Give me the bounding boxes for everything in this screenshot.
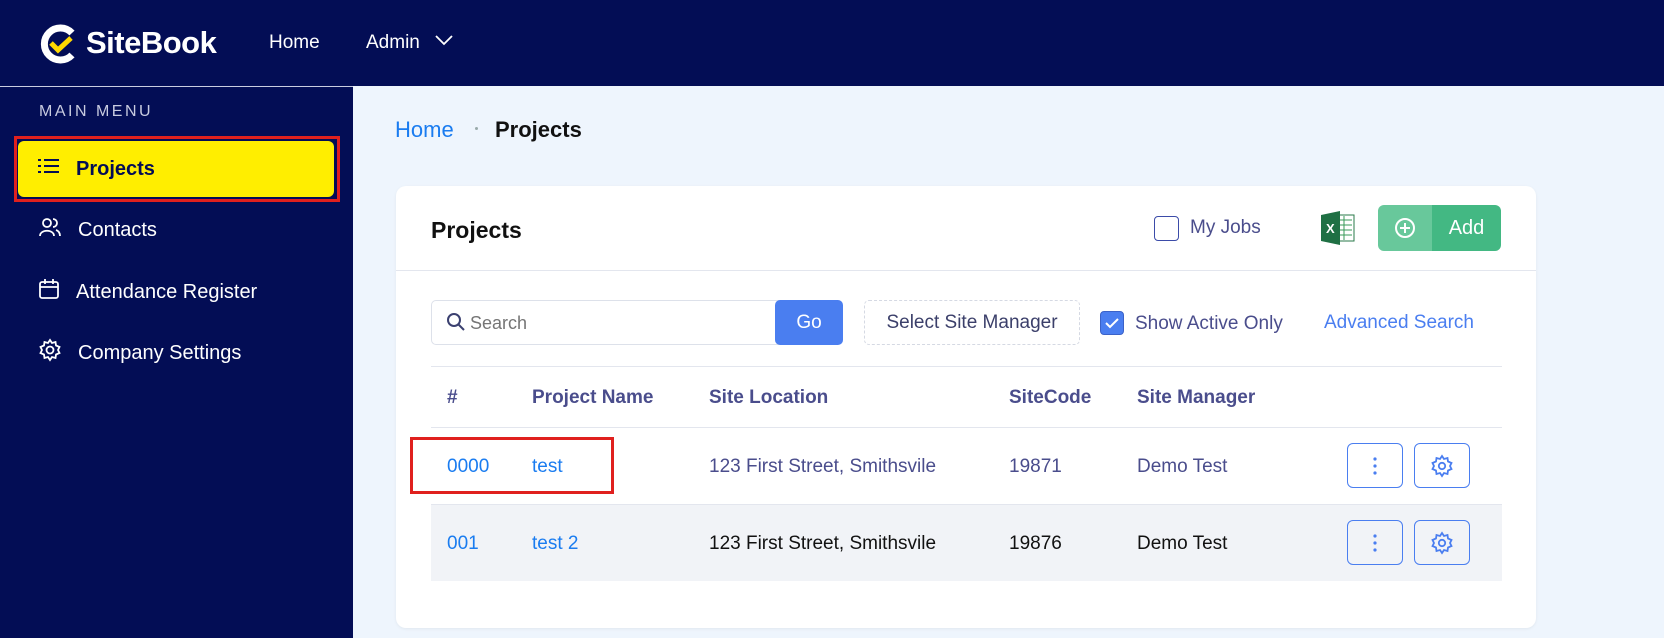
my-jobs-checkbox[interactable]: [1154, 216, 1179, 241]
top-header: [0, 0, 1664, 86]
divider: [431, 366, 1502, 367]
more-actions-button[interactable]: [1347, 443, 1403, 488]
column-header-number: #: [447, 387, 458, 408]
gear-icon: [1431, 453, 1453, 478]
card-title: Projects: [431, 217, 522, 243]
go-button[interactable]: Go: [775, 300, 843, 345]
excel-export-icon[interactable]: X: [1320, 210, 1356, 251]
my-jobs-label[interactable]: My Jobs: [1190, 217, 1261, 239]
sitebook-logo-icon[interactable]: [38, 23, 80, 70]
settings-button[interactable]: [1414, 443, 1470, 488]
show-active-label[interactable]: Show Active Only: [1135, 313, 1283, 335]
add-button[interactable]: Add: [1378, 205, 1501, 251]
more-actions-button[interactable]: [1347, 520, 1403, 565]
column-header-project-name[interactable]: Project Name: [532, 387, 653, 409]
breadcrumb-current: Projects: [495, 117, 582, 142]
highlight-box: [410, 437, 614, 494]
settings-button[interactable]: [1414, 520, 1470, 565]
project-number-link[interactable]: 001: [447, 533, 479, 555]
site-manager: Demo Test: [1137, 456, 1228, 477]
table-row: 001 test 2 123 First Street, Smithsvile …: [431, 505, 1502, 581]
gear-icon: [38, 338, 62, 368]
chevron-down-icon[interactable]: [434, 33, 454, 52]
list-icon: [38, 157, 60, 181]
sidebar-item-contacts[interactable]: Contacts: [18, 202, 334, 258]
column-header-site-manager[interactable]: Site Manager: [1137, 387, 1255, 409]
sidebar-item-attendance-register[interactable]: Attendance Register: [18, 264, 334, 320]
breadcrumb-home[interactable]: Home: [395, 117, 454, 143]
gear-icon: [1431, 530, 1453, 555]
nav-home[interactable]: Home: [269, 32, 320, 54]
svg-text:X: X: [1326, 221, 1335, 236]
brand-name[interactable]: SiteBook: [86, 25, 217, 61]
site-code: 19871: [1009, 456, 1062, 477]
sidebar-item-company-settings[interactable]: Company Settings: [18, 325, 334, 381]
site-manager-select[interactable]: Select Site Manager: [864, 300, 1080, 345]
column-header-sitecode[interactable]: SiteCode: [1009, 387, 1091, 409]
column-header-site-location[interactable]: Site Location: [709, 387, 828, 409]
search-icon: [446, 312, 466, 337]
sidebar-item-projects[interactable]: Projects: [18, 141, 334, 197]
breadcrumb-separator: [475, 127, 478, 130]
sidebar-item-label: Contacts: [78, 218, 157, 241]
sidebar-item-label: Company Settings: [78, 341, 242, 364]
site-code: 19876: [1009, 533, 1062, 554]
kebab-icon: [1373, 456, 1377, 475]
search-input[interactable]: [470, 306, 770, 340]
advanced-search-link[interactable]: Advanced Search: [1324, 312, 1474, 334]
project-name-link[interactable]: test 2: [532, 533, 578, 555]
site-location: 123 First Street, Smithsvile: [709, 456, 937, 477]
sidebar-item-label: Projects: [76, 157, 155, 180]
site-location: 123 First Street, Smithsvile: [709, 533, 937, 554]
sidebar-item-label: Attendance Register: [76, 280, 258, 303]
add-label: Add: [1432, 205, 1501, 251]
calendar-icon: [38, 278, 60, 306]
main-menu-label: MAIN MENU: [39, 103, 154, 120]
plus-circle-icon: [1378, 205, 1432, 251]
show-active-checkbox[interactable]: [1100, 311, 1124, 335]
nav-admin[interactable]: Admin: [366, 32, 420, 54]
kebab-icon: [1373, 533, 1377, 552]
site-manager: Demo Test: [1137, 533, 1228, 554]
users-icon: [38, 216, 62, 244]
divider: [396, 270, 1536, 271]
